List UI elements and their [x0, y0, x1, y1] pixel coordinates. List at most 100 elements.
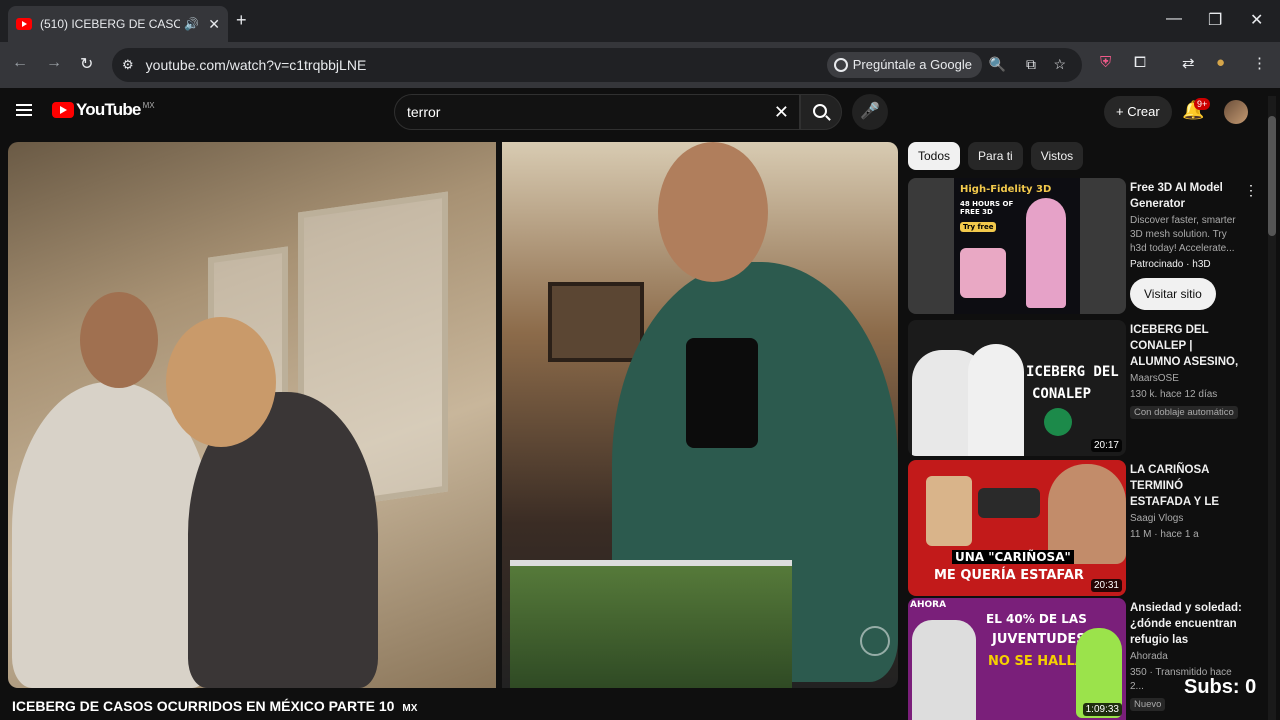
minimize-icon[interactable]: — [1166, 10, 1182, 28]
auto-dub-badge: Con doblaje automático [1130, 406, 1238, 419]
video-card-title[interactable]: LA CARIÑOSA TERMINÓ ESTAFADA Y LE SAQUÉ … [1130, 462, 1242, 510]
plus-icon: + [1116, 104, 1124, 119]
youtube-header: YouTube MX ✕ 🎤 + Crear 🔔 9+ [0, 88, 1280, 138]
video-stats: 130 k. hace 12 días [1130, 389, 1218, 400]
youtube-favicon-icon [16, 18, 32, 30]
page-scrollbar[interactable] [1268, 96, 1276, 720]
video-title: ICEBERG DE CASOS OCURRIDOS EN MÉXICO PAR… [12, 698, 417, 714]
video-title-text: ICEBERG DE CASOS OCURRIDOS EN MÉXICO PAR… [12, 698, 395, 714]
window-close-icon[interactable]: ✕ [1250, 10, 1263, 30]
chip-todos[interactable]: Todos [908, 142, 961, 170]
scrollbar-thumb[interactable] [1268, 116, 1276, 236]
browser-tab[interactable]: (510) ICEBERG DE CASOS O 🔊 ✕ [8, 6, 228, 42]
woman-head [166, 317, 276, 447]
clear-search-icon[interactable]: ✕ [774, 102, 789, 123]
restore-icon[interactable]: ❐ [1208, 10, 1222, 30]
video-card[interactable]: UNA "CARIÑOSA" ME QUERÍA ESTAFAR 20:31 L… [908, 460, 1258, 596]
country-code: MX [142, 100, 155, 110]
anime-figure [1026, 198, 1066, 308]
chip-vistos[interactable]: Vistos [1030, 142, 1084, 170]
extension-shield-icon[interactable]: ⛨ [1100, 54, 1111, 71]
new-badge: Nuevo [1130, 698, 1166, 711]
ask-google-button[interactable]: Pregúntale a Google [826, 52, 982, 78]
tab-close-icon[interactable]: ✕ [208, 16, 220, 33]
thumb-text-line2: CONALEP [1032, 386, 1092, 402]
youtube-logo-text: YouTube [76, 100, 141, 119]
voice-search-button[interactable]: 🎤 [852, 94, 888, 130]
hamburger-menu-icon[interactable] [16, 104, 32, 116]
ad-description: Discover faster, smarter 3D mesh solutio… [1130, 215, 1236, 254]
young-man-head [658, 142, 768, 282]
video-thumbnail[interactable]: AHORA EL 40% DE LAS JUVENTUDES NO SE HAL… [908, 598, 1126, 720]
visit-site-button[interactable]: Visitar sitio [1130, 278, 1216, 310]
url-text[interactable]: youtube.com/watch?v=c1trqbbjLNE [146, 57, 367, 73]
subs-counter-overlay: Subs: 0 [1184, 676, 1257, 698]
video-card[interactable]: AHORA EL 40% DE LAS JUVENTUDES NO SE HAL… [908, 598, 1258, 720]
video-thumbnail[interactable]: UNA "CARIÑOSA" ME QUERÍA ESTAFAR 20:31 [908, 460, 1126, 596]
avatar[interactable] [1224, 100, 1248, 124]
thumb-people [912, 620, 976, 720]
sponsored-card[interactable]: High-Fidelity 3D 48 HOURS OF FREE 3D Try… [908, 178, 1258, 318]
browser-tab-bar: (510) ICEBERG DE CASOS O 🔊 ✕ + — ❐ ✕ [0, 0, 1280, 42]
video-duration: 20:17 [1090, 439, 1122, 452]
speaker-icon[interactable]: 🔊 [184, 17, 199, 31]
thumb-text-line3: NO SE HALLA [988, 654, 1085, 669]
search-input[interactable] [407, 104, 747, 120]
video-frame-left-photo [8, 142, 496, 688]
google-lens-icon [833, 58, 848, 72]
back-icon[interactable]: ← [12, 54, 28, 72]
translate-icon[interactable]: ⇄ [1182, 54, 1195, 72]
wall-painting [548, 282, 644, 362]
youtube-play-icon [52, 102, 74, 118]
search-icon [813, 104, 827, 118]
browser-menu-icon[interactable]: ⋮ [1252, 54, 1267, 72]
site-info-icon[interactable]: ⚙ [122, 57, 134, 73]
ad-sponsor: Patrocinado · h3D [1130, 259, 1211, 270]
channel-name[interactable]: Ahorada [1130, 650, 1242, 664]
search-box[interactable]: ✕ [394, 94, 800, 130]
search-button[interactable] [800, 94, 842, 130]
ask-google-label: Pregúntale a Google [852, 57, 972, 72]
ad-subtext: 48 HOURS OF FREE 3D [960, 200, 1014, 216]
profile-icon[interactable]: ● [1216, 54, 1225, 71]
install-app-icon[interactable]: ⧉ [1026, 56, 1036, 73]
video-card-title[interactable]: ICEBERG DEL CONALEP | ALUMNO ASESINO, CO… [1130, 322, 1242, 370]
create-label: Crear [1127, 104, 1160, 119]
youtube-logo[interactable]: YouTube MX [52, 100, 155, 120]
ad-cta: Try free [960, 222, 997, 232]
video-duration: 20:31 [1090, 579, 1122, 592]
video-frame-right-photo [502, 142, 898, 688]
video-stats: 11 M · hace 1 a [1130, 529, 1199, 540]
tab-title: (510) ICEBERG DE CASOS O [40, 17, 180, 31]
channel-name[interactable]: Saagi Vlogs [1130, 512, 1242, 526]
video-thumbnail[interactable]: ICEBERG DEL CONALEP 20:17 [908, 320, 1126, 456]
microphone-icon: 🎤 [860, 103, 880, 120]
anime-face-preview [960, 248, 1006, 298]
channel-watermark-icon[interactable] [860, 626, 890, 656]
extensions-puzzle-icon[interactable]: ⧠ [1134, 54, 1146, 71]
video-player[interactable] [8, 142, 898, 688]
bookmark-star-icon[interactable]: ☆ [1053, 56, 1066, 73]
thumb-text-line1: ICEBERG DEL [1026, 364, 1119, 380]
zoom-icon[interactable]: 🔍 [989, 56, 1006, 73]
conalep-logo-icon [1044, 408, 1072, 436]
video-title-suffix: MX [402, 703, 418, 714]
notification-count-badge: 9+ [1194, 98, 1211, 110]
thumb-person [968, 344, 1024, 456]
thumb-label: AHORA [910, 600, 947, 610]
new-tab-button[interactable]: + [236, 10, 247, 31]
reload-icon[interactable]: ↻ [80, 54, 93, 74]
filter-chips: Todos Para ti Vistos [908, 142, 1084, 170]
address-bar[interactable]: ⚙ youtube.com/watch?v=c1trqbbjLNE Pregún… [112, 48, 1082, 82]
ad-title[interactable]: Free 3D AI Model Generator [1130, 180, 1242, 212]
forward-icon[interactable]: → [46, 54, 62, 72]
video-card[interactable]: ICEBERG DEL CONALEP 20:17 ICEBERG DEL CO… [908, 320, 1258, 456]
channel-name[interactable]: MaarsOSE [1130, 372, 1242, 386]
chip-para-ti[interactable]: Para ti [968, 142, 1023, 170]
ad-thumbnail[interactable]: High-Fidelity 3D 48 HOURS OF FREE 3D Try… [908, 178, 1126, 314]
video-card-title[interactable]: Ansiedad y soledad: ¿dónde encuentran re… [1130, 600, 1242, 648]
more-options-icon[interactable]: ⋮ [1244, 182, 1258, 199]
thumb-photo [926, 476, 972, 546]
create-button[interactable]: + Crear [1104, 96, 1172, 128]
browser-toolbar: ← → ↻ ⚙ youtube.com/watch?v=c1trqbbjLNE … [0, 42, 1280, 88]
